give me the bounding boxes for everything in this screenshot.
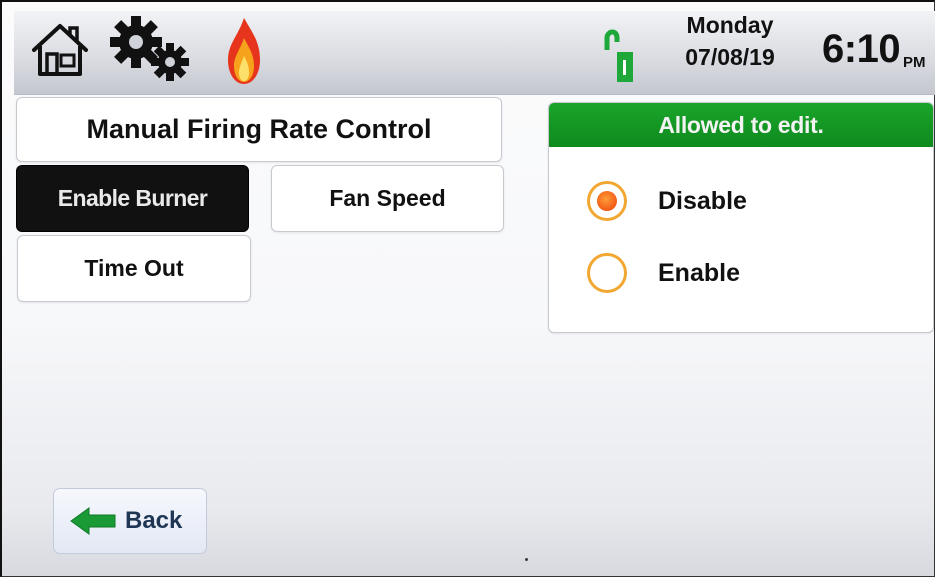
enable-option[interactable]: Enable <box>587 253 740 293</box>
disable-radio[interactable] <box>587 181 627 221</box>
page-title: Manual Firing Rate Control <box>86 114 432 144</box>
enable-label: Enable <box>658 258 740 287</box>
edit-panel: Allowed to edit. Disable Enable <box>548 102 934 333</box>
enable-burner-button[interactable]: Enable Burner <box>16 165 249 232</box>
enable-radio[interactable] <box>587 253 627 293</box>
back-button[interactable]: Back <box>53 488 207 554</box>
unlocked-lock-icon[interactable] <box>603 26 633 82</box>
edit-permission-header: Allowed to edit. <box>549 103 933 147</box>
home-icon[interactable] <box>30 20 90 78</box>
time-label: 6:10 <box>822 27 901 71</box>
ampm-label: PM <box>903 54 926 71</box>
fan-speed-button[interactable]: Fan Speed <box>271 165 504 232</box>
flame-icon[interactable] <box>226 16 262 86</box>
date-label: 07/08/19 <box>685 44 775 70</box>
back-arrow-icon <box>70 507 116 535</box>
screen-speck <box>525 558 528 561</box>
gears-icon[interactable] <box>110 16 192 82</box>
disable-label: Disable <box>658 186 747 215</box>
disable-option[interactable]: Disable <box>587 181 747 221</box>
day-label: Monday <box>686 12 774 38</box>
screen-frame: Monday 07/08/19 6:10 PM Manual Firing Ra… <box>0 0 935 577</box>
time-out-button[interactable]: Time Out <box>17 235 251 302</box>
back-label: Back <box>125 507 183 534</box>
page-title-box: Manual Firing Rate Control <box>16 97 502 162</box>
